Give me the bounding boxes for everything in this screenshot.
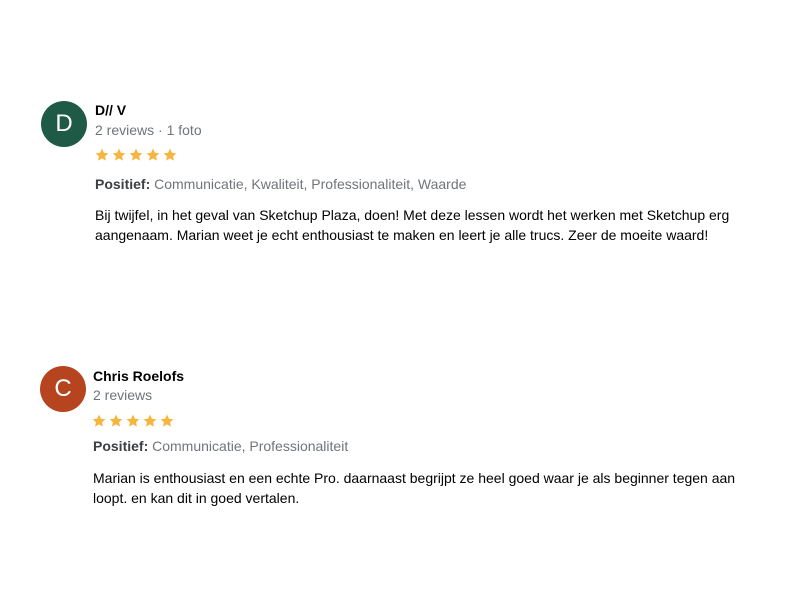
reviewer-name[interactable]: D// V [95, 101, 126, 119]
star-icon [146, 148, 160, 161]
star-icon [143, 414, 157, 427]
star-icon [160, 414, 174, 427]
star-rating [91, 413, 175, 429]
positive-values: Communicatie, Kwaliteit, Professionalite… [154, 176, 467, 192]
positive-attributes: Positief: Communicatie, Kwaliteit, Profe… [95, 175, 466, 193]
star-icon [92, 414, 106, 427]
reviewer-meta: 2 reviews [93, 387, 153, 403]
avatar[interactable]: D [41, 101, 87, 147]
review-text: Bij twijfel, in het geval van Sketchup P… [95, 207, 730, 243]
avatar[interactable]: C [40, 366, 86, 412]
star-icon [109, 414, 123, 427]
star-icon [126, 414, 140, 427]
star-icon [163, 148, 177, 161]
star-icon [129, 148, 143, 161]
reviewer-name[interactable]: Chris Roelofs [93, 367, 184, 385]
positive-values: Communicatie, Professionaliteit [152, 438, 349, 454]
positive-attributes: Positief: Communicatie, Professionalitei… [93, 437, 348, 455]
review-text: Marian is enthousiast en een echte Pro. … [93, 470, 736, 506]
positive-label: Positief: [95, 176, 151, 192]
star-icon [95, 148, 109, 161]
star-icon [112, 148, 126, 161]
star-rating [94, 147, 178, 163]
positive-label: Positief: [93, 438, 149, 454]
reviewer-meta: 2 reviews · 1 foto [95, 122, 202, 138]
